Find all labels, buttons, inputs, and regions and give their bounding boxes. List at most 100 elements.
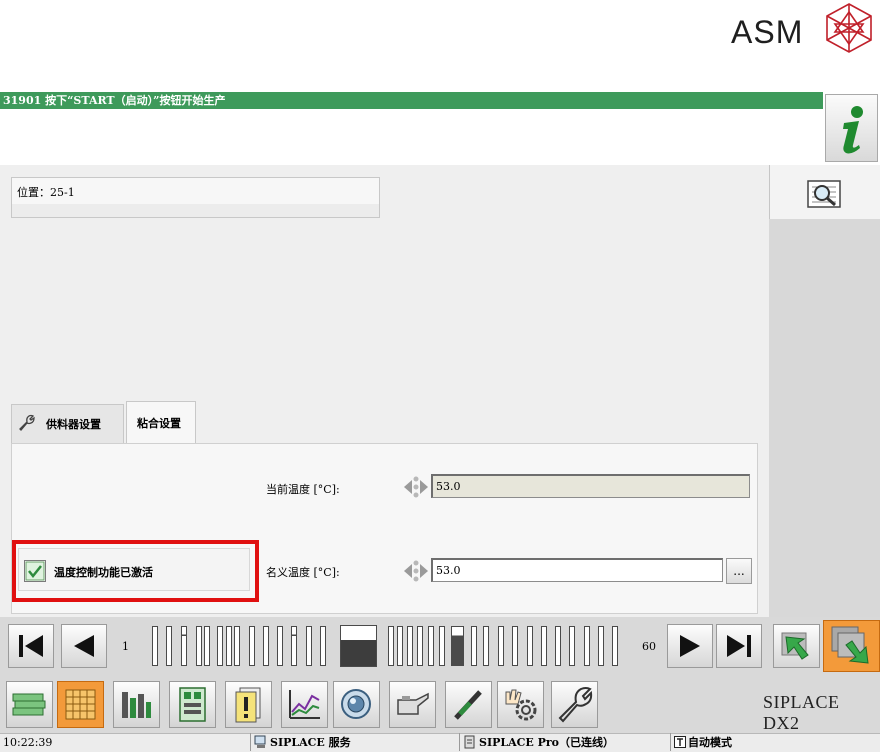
asm-logo-text: ASM <box>731 14 804 50</box>
toolbar-oil-can-button[interactable] <box>389 681 436 728</box>
track-slot[interactable] <box>152 626 158 666</box>
tab-adhesive-settings-label: 粘合设置 <box>137 417 181 430</box>
warning-icon <box>235 687 261 723</box>
first-page-label: 1 <box>122 640 129 653</box>
track-slot[interactable] <box>428 626 434 666</box>
spin-arrows-icon <box>404 476 428 498</box>
toolbar-hand-gear-button[interactable] <box>497 681 544 728</box>
track-slot[interactable] <box>584 626 590 666</box>
track-slot[interactable] <box>196 626 202 666</box>
grid-icon <box>65 689 96 720</box>
track-slot[interactable] <box>483 626 489 666</box>
toolbar-board-button[interactable] <box>169 681 216 728</box>
last-page-label: 60 <box>642 640 656 653</box>
track-slot[interactable] <box>498 626 504 666</box>
nominal-temp-label: 名义温度 [°C]: <box>266 566 340 579</box>
track-slot[interactable] <box>204 626 210 666</box>
right-sidebar <box>769 165 880 617</box>
wrench-icon <box>19 414 35 431</box>
track-slot[interactable] <box>277 626 283 666</box>
highlight-frame <box>12 540 259 602</box>
magnifier-icon <box>807 180 841 208</box>
track-slot[interactable] <box>512 626 518 666</box>
spin-arrows-icon[interactable] <box>403 558 429 584</box>
toolbar-nozzle-button[interactable] <box>445 681 492 728</box>
info-button[interactable] <box>825 94 878 162</box>
wrench-icon <box>558 687 593 723</box>
track-slot[interactable] <box>263 626 269 666</box>
arrow-right-icon <box>680 635 700 657</box>
position-label: 位置：25-1 <box>17 186 75 199</box>
next-page-button[interactable] <box>667 624 713 668</box>
status-pro: SIPLACE Pro（已连线） <box>479 736 615 749</box>
status-divider <box>459 733 460 751</box>
stack-icon <box>12 693 46 716</box>
first-page-button[interactable] <box>8 624 54 668</box>
toolbar-grid-button[interactable] <box>57 681 104 728</box>
toolbar-chart-button[interactable] <box>281 681 328 728</box>
track-slot[interactable] <box>217 626 223 666</box>
track-slot[interactable] <box>166 626 172 666</box>
status-service: SIPLACE 服务 <box>270 736 351 749</box>
current-temp-label: 当前温度 [°C]: <box>266 483 340 496</box>
track-slot[interactable] <box>439 626 445 666</box>
server-icon <box>464 735 475 749</box>
track-slot[interactable] <box>181 626 187 666</box>
track-slot[interactable] <box>226 626 232 666</box>
info-icon <box>843 106 863 154</box>
nozzle-icon <box>454 690 482 720</box>
camera-icon <box>341 689 371 719</box>
move-down-button[interactable] <box>823 620 880 672</box>
board-icon <box>179 687 206 722</box>
move-up-button[interactable] <box>773 624 820 668</box>
track-slot[interactable] <box>569 626 575 666</box>
previous-page-button[interactable] <box>61 624 107 668</box>
green-arrow-icon <box>781 632 809 660</box>
bars-icon <box>122 692 151 718</box>
track-slot-fill <box>341 640 376 666</box>
skip-start-icon <box>19 635 43 657</box>
track-slot[interactable] <box>306 626 312 666</box>
status-divider <box>670 733 671 751</box>
message-area <box>0 109 823 165</box>
green-arrow-stack-icon <box>831 626 869 664</box>
toolbar-wrench-button[interactable] <box>551 681 598 728</box>
track-slot[interactable] <box>541 626 547 666</box>
track-slot[interactable] <box>388 626 394 666</box>
toolbar-bars-button[interactable] <box>113 681 160 728</box>
toolbar-stack-button[interactable] <box>6 681 53 728</box>
last-page-button[interactable] <box>716 624 762 668</box>
track-slot[interactable] <box>397 626 403 666</box>
asm-logo-icon <box>826 3 872 53</box>
track-slot[interactable] <box>407 626 413 666</box>
track-slot[interactable] <box>320 626 326 666</box>
track-slot[interactable] <box>234 626 240 666</box>
machine-model: SIPLACE DX2 <box>763 692 840 733</box>
track-slot[interactable] <box>555 626 561 666</box>
toolbar-warning-button[interactable] <box>225 681 272 728</box>
status-time: 10:22:39 <box>3 736 53 749</box>
toolbar-camera-button[interactable] <box>333 681 380 728</box>
status-mode: 自动模式 <box>688 736 732 749</box>
oil-can-icon <box>397 692 429 715</box>
track-slot[interactable] <box>527 626 533 666</box>
skip-end-icon <box>727 635 751 657</box>
track-slot[interactable] <box>612 626 618 666</box>
browse-button[interactable]: ... <box>726 558 752 584</box>
current-temp-field: 53.0 <box>431 474 750 498</box>
tab-feeder-settings-label: 供料器设置 <box>46 418 101 431</box>
nominal-temp-input[interactable]: 53.0 <box>431 558 723 582</box>
status-divider <box>250 733 251 751</box>
chart-icon <box>289 690 320 719</box>
track-slot[interactable] <box>598 626 604 666</box>
arrow-left-icon <box>74 635 94 657</box>
mode-icon <box>674 736 686 748</box>
track-slot[interactable] <box>291 626 297 666</box>
computer-icon <box>254 735 266 748</box>
status-bar <box>0 733 880 752</box>
track-slot[interactable] <box>451 626 464 666</box>
track-slot[interactable] <box>249 626 255 666</box>
message-bar: 31901 按下“START（启动）”按钮开始生产 <box>0 92 823 109</box>
track-slot[interactable] <box>471 626 477 666</box>
track-slot[interactable] <box>417 626 423 666</box>
